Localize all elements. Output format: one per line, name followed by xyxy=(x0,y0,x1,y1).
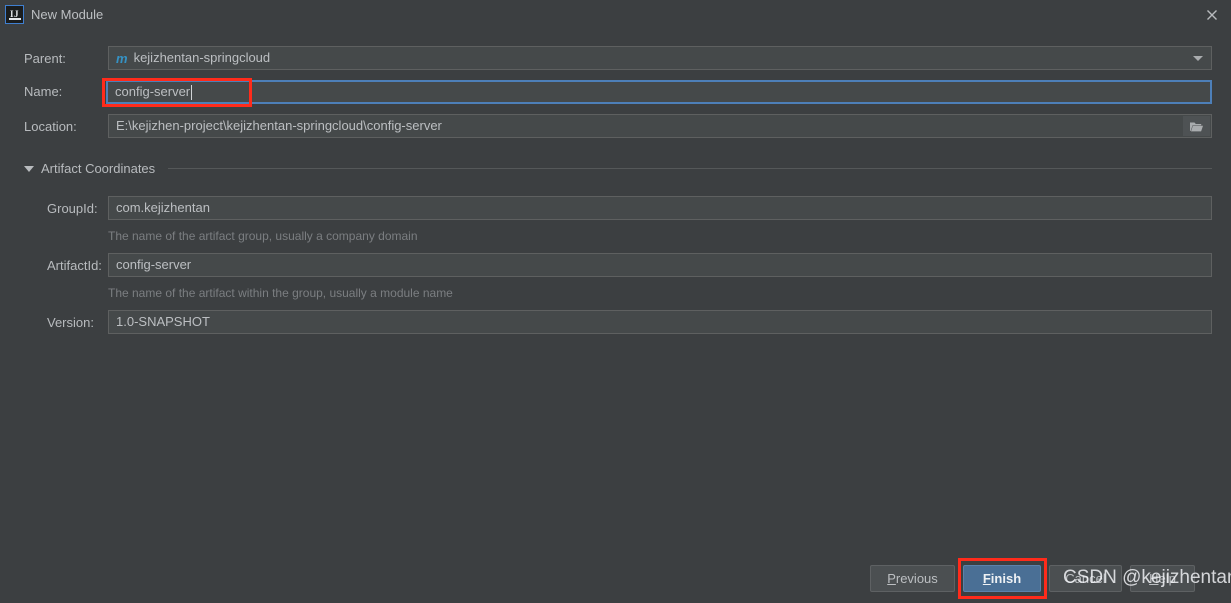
parent-value: kejizhentan-springcloud xyxy=(133,50,271,65)
dialog-title: New Module xyxy=(31,7,104,22)
finish-button-label: inish xyxy=(990,571,1022,586)
help-button-label: elp xyxy=(1158,571,1176,586)
location-value: E:\kejizhen-project\kejizhentan-springcl… xyxy=(116,118,442,133)
chevron-down-icon[interactable] xyxy=(1193,56,1203,61)
artifactid-value: config-server xyxy=(116,257,192,272)
triangle-down-icon xyxy=(24,166,34,172)
maven-module-icon: m xyxy=(116,50,128,66)
artifact-coordinates-toggle[interactable]: Artifact Coordinates xyxy=(24,161,155,177)
dialog-titlebar: IJ New Module xyxy=(0,0,1231,29)
help-button[interactable]: Help xyxy=(1130,565,1195,592)
intellij-idea-icon: IJ xyxy=(5,5,24,24)
cancel-button-label: Cancel xyxy=(1065,571,1106,586)
ij-icon-bar xyxy=(9,18,21,20)
version-value: 1.0-SNAPSHOT xyxy=(116,314,210,329)
groupid-input[interactable]: com.kejizhentan xyxy=(108,196,1212,220)
finish-button-mnemonic: F xyxy=(982,571,991,586)
version-input[interactable]: 1.0-SNAPSHOT xyxy=(108,310,1212,334)
artifactid-label: ArtifactId: xyxy=(47,258,102,273)
artifact-coordinates-title: Artifact Coordinates xyxy=(41,161,156,176)
previous-button-mnemonic: P xyxy=(887,571,896,586)
new-module-dialog: IJ New Module Parent: m kejizhentan-spri… xyxy=(0,0,1231,603)
version-label: Version: xyxy=(47,315,94,330)
groupid-label: GroupId: xyxy=(47,201,98,216)
name-value: config-server xyxy=(115,84,191,99)
groupid-value: com.kejizhentan xyxy=(116,200,210,215)
folder-icon[interactable] xyxy=(1183,116,1210,136)
text-caret xyxy=(191,84,193,100)
location-label: Location: xyxy=(24,119,77,134)
help-button-mnemonic: H xyxy=(1149,571,1159,586)
name-input[interactable]: config-server xyxy=(106,80,1212,104)
location-input[interactable]: E:\kejizhen-project\kejizhentan-springcl… xyxy=(108,114,1212,138)
cancel-button[interactable]: Cancel xyxy=(1049,565,1122,592)
groupid-hint: The name of the artifact group, usually … xyxy=(108,229,418,243)
close-icon[interactable] xyxy=(1203,6,1221,24)
previous-button[interactable]: Previous xyxy=(870,565,955,592)
parent-select[interactable]: m kejizhentan-springcloud xyxy=(108,46,1212,70)
finish-button[interactable]: Finish xyxy=(963,565,1041,592)
section-separator xyxy=(168,168,1212,169)
name-label: Name: xyxy=(24,84,63,99)
artifactid-input[interactable]: config-server xyxy=(108,253,1212,277)
artifactid-hint: The name of the artifact within the grou… xyxy=(108,286,453,300)
previous-button-label: revious xyxy=(895,571,938,586)
parent-label: Parent: xyxy=(24,51,66,66)
